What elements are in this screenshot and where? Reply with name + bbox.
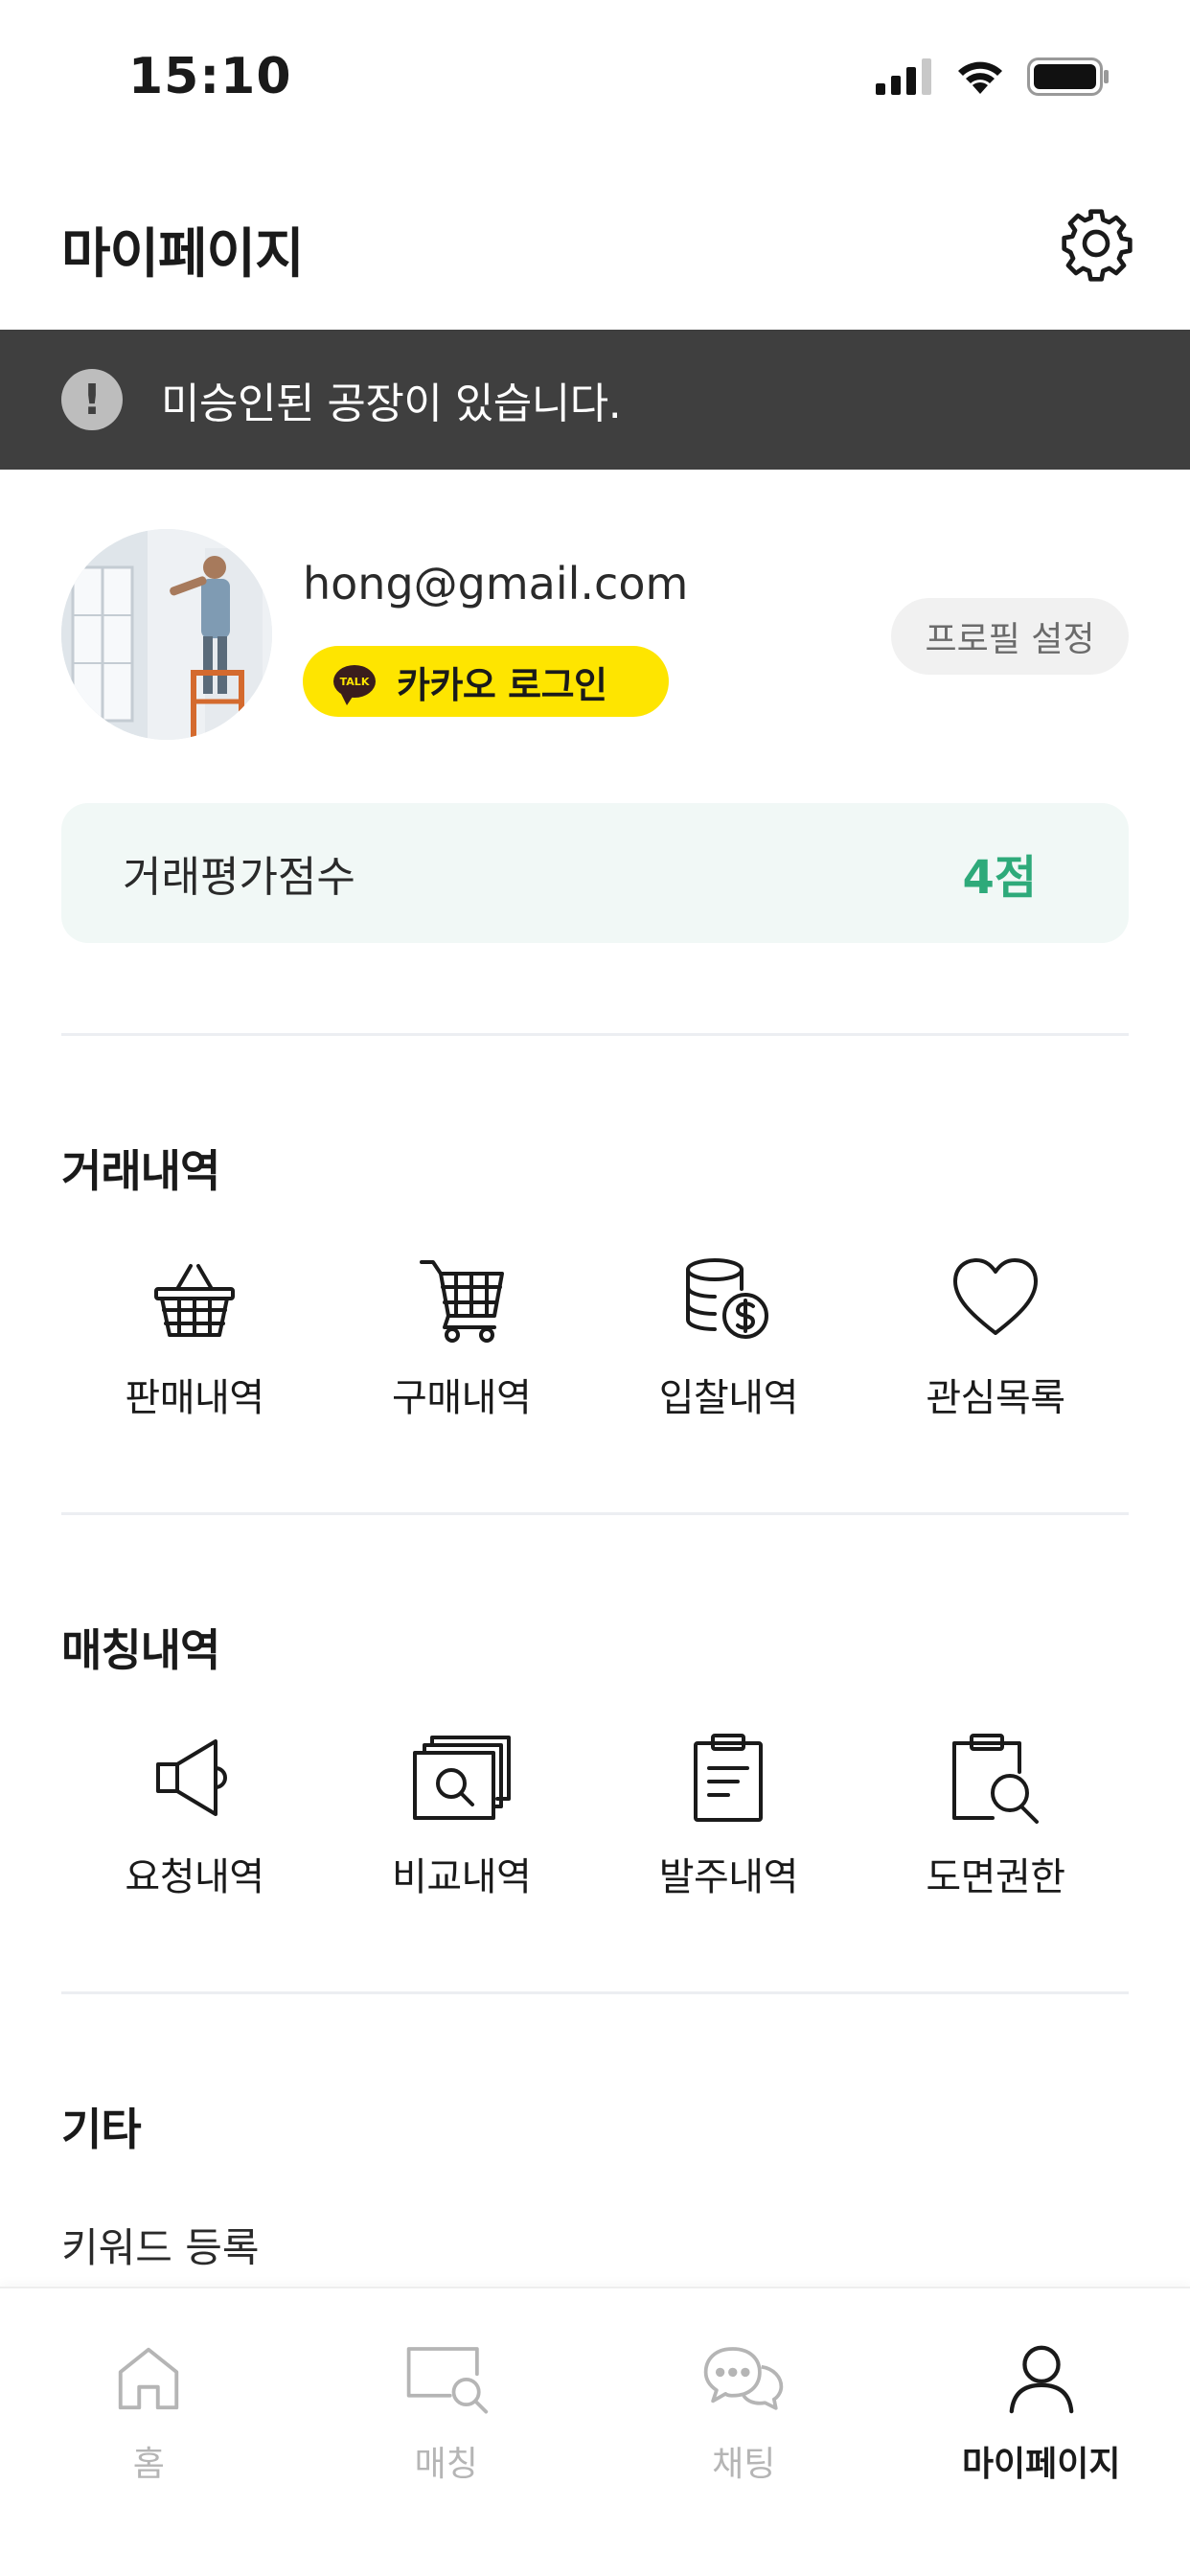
tab-mypage[interactable]: 마이페이지 [893, 2288, 1190, 2576]
matching-section-title: 매칭내역 [61, 1624, 220, 1676]
compare-search-icon [412, 1736, 511, 1820]
trade-icon-row: 판매내역 구매내역 입찰내역 관심목록 [61, 1246, 1129, 1422]
matching-icon [406, 2347, 488, 2414]
keyword-register-item[interactable]: 키워드 등록 [61, 2216, 260, 2274]
tab-chat-label: 채팅 [712, 2445, 776, 2484]
purchase-history-button[interactable]: 구매내역 [329, 1246, 595, 1422]
kakao-talk-badge: TALK [339, 675, 370, 688]
profile-setting-button[interactable]: 프로필 설정 [891, 598, 1129, 675]
trade-section-title: 거래내역 [61, 1145, 220, 1197]
divider [61, 1512, 1129, 1515]
divider [61, 1033, 1129, 1036]
bottom-tab-bar: 홈 매칭 채팅 마이페이지 [0, 2287, 1190, 2576]
order-history-label: 발주내역 [658, 1855, 799, 1899]
battery-icon [1027, 58, 1109, 96]
megaphone-icon [156, 1739, 227, 1816]
cart-icon [419, 1260, 504, 1343]
rating-value: 4점 [962, 851, 1037, 905]
drawing-permission-label: 도면권한 [926, 1855, 1065, 1899]
wifi-icon [958, 61, 1002, 94]
sales-history-label: 판매내역 [125, 1376, 264, 1420]
bid-history-button[interactable]: 입찰내역 [595, 1246, 861, 1422]
wishlist-button[interactable]: 관심목록 [862, 1246, 1129, 1422]
settings-button[interactable] [1056, 203, 1136, 284]
gear-icon [1062, 209, 1133, 282]
user-icon [1009, 2345, 1074, 2414]
signal-icon [876, 58, 931, 95]
etc-section-title: 기타 [61, 2104, 142, 2155]
request-history-button[interactable]: 요청내역 [61, 1725, 328, 1901]
request-history-label: 요청내역 [125, 1855, 264, 1899]
status-bar: 15:10 [0, 0, 1190, 153]
unapproved-factory-banner[interactable]: ! 미승인된 공장이 있습니다. [0, 330, 1190, 470]
kakao-login-label: 카카오 로그인 [397, 663, 607, 706]
compare-history-label: 비교내역 [392, 1855, 532, 1899]
kakao-login-button[interactable]: TALK 카카오 로그인 [303, 646, 669, 717]
divider [61, 1991, 1129, 1994]
rating-card: 거래평가점수 4점 [61, 803, 1129, 943]
tab-matching[interactable]: 매칭 [298, 2288, 596, 2576]
tab-mypage-label: 마이페이지 [961, 2445, 1121, 2484]
exclamation-icon: ! [61, 369, 123, 430]
clipboard-search-icon [951, 1734, 1039, 1824]
status-icons [876, 58, 1110, 96]
basket-icon [154, 1264, 235, 1337]
tab-home[interactable]: 홈 [0, 2288, 298, 2576]
tab-home-label: 홈 [132, 2445, 165, 2484]
compare-history-button[interactable]: 비교내역 [329, 1725, 595, 1901]
coins-icon [686, 1258, 769, 1339]
purchase-history-label: 구매내역 [392, 1376, 532, 1420]
status-time: 15:10 [128, 48, 292, 105]
tab-matching-label: 매칭 [414, 2445, 478, 2484]
rating-label: 거래평가점수 [123, 853, 355, 902]
heart-icon [952, 1258, 1038, 1335]
avatar [61, 529, 272, 740]
clipboard-icon [694, 1734, 764, 1822]
order-history-button[interactable]: 발주내역 [595, 1725, 861, 1901]
chat-icon [704, 2347, 784, 2410]
tab-chat[interactable]: 채팅 [595, 2288, 893, 2576]
sales-history-button[interactable]: 판매내역 [61, 1246, 328, 1422]
profile-section: hong@gmail.com TALK 카카오 로그인 프로필 설정 [0, 529, 1190, 740]
wishlist-label: 관심목록 [926, 1376, 1065, 1420]
page-title: 마이페이지 [61, 223, 305, 286]
drawing-permission-button[interactable]: 도면권한 [862, 1725, 1129, 1901]
alert-text: 미승인된 공장이 있습니다. [161, 380, 622, 428]
matching-icon-row: 요청내역 비교내역 발주내역 도면권한 [61, 1725, 1129, 1901]
home-icon [119, 2347, 179, 2410]
kakao-talk-icon: TALK [333, 665, 376, 705]
header: 마이페이지 [0, 182, 1190, 326]
bid-history-label: 입찰내역 [658, 1376, 799, 1420]
user-email: hong@gmail.com [303, 558, 689, 610]
